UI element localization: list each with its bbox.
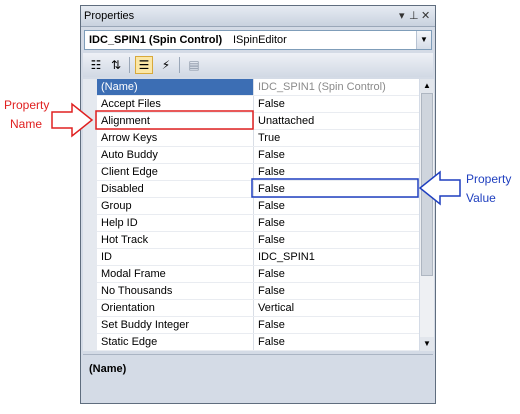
annotation-overlay [51, 102, 461, 206]
blue-callout-arrow [418, 170, 461, 206]
property-name-highlight-box [95, 110, 254, 130]
property-value-highlight-box [251, 178, 419, 198]
red-callout-arrow [51, 102, 94, 138]
